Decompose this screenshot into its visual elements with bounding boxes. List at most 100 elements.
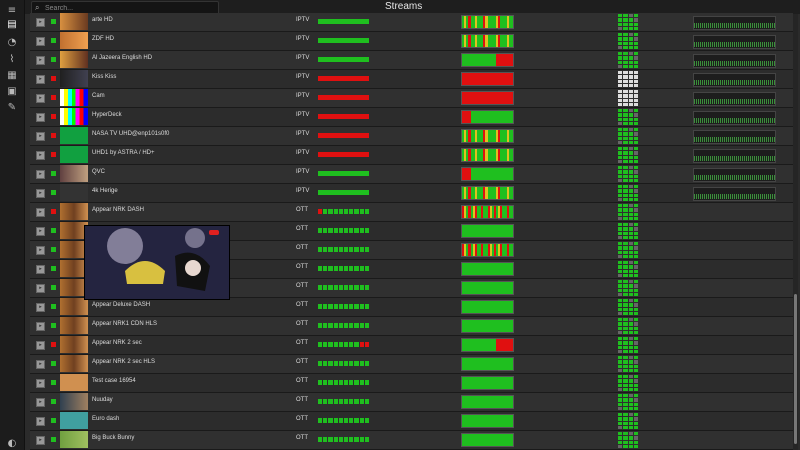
image-icon[interactable]: ▣ — [6, 86, 18, 98]
scrollbar[interactable] — [793, 14, 798, 450]
row-expand-toggle[interactable]: ▸ — [36, 75, 45, 84]
stream-name[interactable]: Appear Deluxe DASH — [92, 302, 150, 308]
row-expand-toggle[interactable]: ▸ — [36, 208, 45, 217]
stream-thumbnail[interactable] — [60, 108, 88, 125]
row-expand-toggle[interactable]: ▸ — [36, 341, 45, 350]
stream-thumbnail[interactable] — [60, 431, 88, 448]
stream-name[interactable]: Appear NRK1 CDN HLS — [92, 321, 157, 327]
row-expand-toggle[interactable]: ▸ — [36, 113, 45, 122]
stream-name[interactable]: Euro dash — [92, 416, 119, 422]
stream-name[interactable]: Kiss Kiss — [92, 74, 116, 80]
wrench-icon[interactable]: ✎ — [6, 102, 18, 114]
theme-icon[interactable]: ◐ — [6, 438, 18, 450]
row-expand-toggle[interactable]: ▸ — [36, 379, 45, 388]
stream-name[interactable]: Appear NRK 2 sec HLS — [92, 359, 155, 365]
stream-pid-grid — [618, 128, 638, 144]
stream-name[interactable]: Al Jazeera English HD — [92, 55, 152, 61]
stream-thumbnail[interactable] — [60, 374, 88, 391]
stream-name[interactable]: ZDF HD — [92, 36, 114, 42]
row-expand-toggle[interactable]: ▸ — [36, 18, 45, 27]
stream-name[interactable]: QVC — [92, 169, 105, 175]
stream-name[interactable]: arte HD — [92, 17, 113, 23]
table-row[interactable]: ▸ Big Buck Bunny OTT — [30, 431, 793, 450]
stream-name[interactable]: HyperDeck — [92, 112, 122, 118]
stream-health-bar — [318, 76, 369, 81]
row-expand-toggle[interactable]: ▸ — [36, 189, 45, 198]
chart-icon[interactable]: ⌇ — [6, 54, 18, 66]
stream-name[interactable]: Cam — [92, 93, 105, 99]
table-row[interactable]: ▸ Cam IPTV — [30, 89, 793, 108]
stream-name[interactable]: Appear NRK DASH — [92, 207, 144, 213]
table-row[interactable]: ▸ 4k Herige IPTV — [30, 184, 793, 203]
row-expand-toggle[interactable]: ▸ — [36, 417, 45, 426]
stream-health-bar — [318, 418, 370, 423]
stream-thumbnail[interactable] — [60, 412, 88, 429]
stream-pid-grid — [618, 356, 638, 372]
table-row[interactable]: ▸ Appear NRK1 CDN HLS OTT — [30, 317, 793, 336]
stream-thumbnail[interactable] — [60, 70, 88, 87]
row-expand-toggle[interactable]: ▸ — [36, 322, 45, 331]
table-row[interactable]: ▸ Appear Deluxe DASH OTT — [30, 298, 793, 317]
menu-icon[interactable]: ≡ — [6, 5, 18, 17]
streams-icon[interactable]: ▤ — [6, 19, 18, 31]
row-expand-toggle[interactable]: ▸ — [36, 284, 45, 293]
stream-thumbnail[interactable] — [60, 165, 88, 182]
stream-thumbnail[interactable] — [60, 336, 88, 353]
table-row[interactable]: ▸ Appear NRK 2 sec HLS OTT — [30, 355, 793, 374]
stream-thumbnail[interactable] — [60, 317, 88, 334]
table-row[interactable]: ▸ NASA TV UHD@enp101s0f0 IPTV — [30, 127, 793, 146]
row-expand-toggle[interactable]: ▸ — [36, 170, 45, 179]
table-row[interactable]: ▸ HyperDeck IPTV — [30, 108, 793, 127]
row-expand-toggle[interactable]: ▸ — [36, 360, 45, 369]
stream-thumbnail[interactable] — [60, 127, 88, 144]
table-row[interactable]: ▸ ZDF HD IPTV — [30, 32, 793, 51]
stream-thumbnail[interactable] — [60, 51, 88, 68]
row-expand-toggle[interactable]: ▸ — [36, 246, 45, 255]
row-expand-toggle[interactable]: ▸ — [36, 56, 45, 65]
stream-thumbnail[interactable] — [60, 32, 88, 49]
stream-name[interactable]: UHD1 by ASTRA / HD+ — [92, 150, 155, 156]
table-row[interactable]: ▸ Kiss Kiss IPTV — [30, 70, 793, 89]
table-row[interactable]: ▸ Appear NRK 2 sec OTT — [30, 336, 793, 355]
row-expand-toggle[interactable]: ▸ — [36, 398, 45, 407]
row-expand-toggle[interactable]: ▸ — [36, 436, 45, 445]
stream-thumbnail[interactable] — [60, 393, 88, 410]
bitrate-sparkline — [693, 111, 776, 125]
table-row[interactable]: ▸ Euro dash OTT — [30, 412, 793, 431]
stream-name[interactable]: Nuuday — [92, 397, 113, 403]
stream-name[interactable]: Appear NRK 2 sec — [92, 340, 142, 346]
row-expand-toggle[interactable]: ▸ — [36, 265, 45, 274]
table-row[interactable]: ▸ UHD1 by ASTRA / HD+ IPTV — [30, 146, 793, 165]
grid-icon[interactable]: ▦ — [6, 70, 18, 82]
table-row[interactable]: ▸ QVC IPTV — [30, 165, 793, 184]
stream-name[interactable]: NASA TV UHD@enp101s0f0 — [92, 131, 169, 137]
stream-name[interactable]: Test case 16954 — [92, 378, 136, 384]
row-expand-toggle[interactable]: ▸ — [36, 94, 45, 103]
stream-pid-grid — [618, 185, 638, 201]
stream-pid-grid — [618, 261, 638, 277]
stream-type: IPTV — [296, 74, 310, 80]
stream-thumbnail[interactable] — [60, 184, 88, 201]
table-row[interactable]: ▸ Al Jazeera English HD IPTV — [30, 51, 793, 70]
stream-type: IPTV — [296, 55, 310, 61]
scroll-thumb[interactable] — [794, 294, 797, 444]
stream-thumbnail[interactable] — [60, 355, 88, 372]
stream-thumbnail[interactable] — [60, 89, 88, 106]
row-expand-toggle[interactable]: ▸ — [36, 132, 45, 141]
stream-name[interactable]: Big Buck Bunny — [92, 435, 134, 441]
stream-thumbnail[interactable] — [60, 13, 88, 30]
row-expand-toggle[interactable]: ▸ — [36, 37, 45, 46]
row-expand-toggle[interactable]: ▸ — [36, 151, 45, 160]
table-row[interactable]: ▸ Test case 16954 OTT — [30, 374, 793, 393]
table-row[interactable]: ▸ Appear NRK DASH OTT — [30, 203, 793, 222]
preview-popup[interactable] — [84, 225, 230, 300]
row-expand-toggle[interactable]: ▸ — [36, 303, 45, 312]
alarm-icon[interactable]: ◔ — [6, 37, 18, 49]
table-row[interactable]: ▸ arte HD IPTV — [30, 13, 793, 32]
stream-thumbnail[interactable] — [60, 146, 88, 163]
stream-thumbnail[interactable] — [60, 203, 88, 220]
table-row[interactable]: ▸ Nuuday OTT — [30, 393, 793, 412]
stream-name[interactable]: 4k Herige — [92, 188, 118, 194]
row-expand-toggle[interactable]: ▸ — [36, 227, 45, 236]
stream-thumbnail[interactable] — [60, 298, 88, 315]
